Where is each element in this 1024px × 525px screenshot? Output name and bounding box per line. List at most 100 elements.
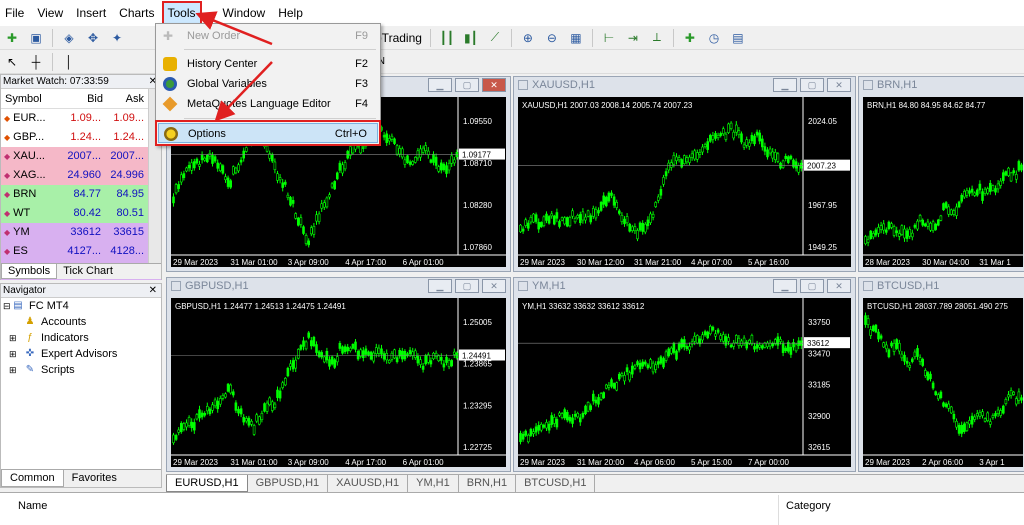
- maximize-icon[interactable]: ▢: [800, 279, 824, 293]
- candle-body: [532, 431, 535, 435]
- market-watch-row[interactable]: ◆ WT 80.42 80.51: [1, 204, 161, 223]
- chart-window-titlebar[interactable]: BTCUSD,H1: [859, 278, 1024, 294]
- menu-item-history-center[interactable]: History Center F2: [158, 54, 378, 74]
- data-window-icon[interactable]: ✥: [83, 29, 103, 47]
- zoom-in-icon[interactable]: ⊕: [518, 29, 538, 47]
- market-watch-row[interactable]: ◆ YM 33612 33615: [1, 223, 161, 242]
- col-name[interactable]: Name: [18, 500, 47, 512]
- line-chart-icon[interactable]: ⟋: [485, 29, 505, 47]
- menu-item-metaquotes-editor[interactable]: MetaQuotes Language Editor F4: [158, 94, 378, 114]
- close-icon[interactable]: ✕: [149, 284, 157, 298]
- market-watch-row[interactable]: ◆ EUR... 1.09... 1.09...: [1, 109, 161, 128]
- menu-item-label: History Center: [187, 58, 258, 70]
- chart-window-gbpusd[interactable]: GBPUSD,H1 ▁ ▢ ✕ GBPUSD,H1 1.24477 1.24513 …: [166, 277, 511, 472]
- chart-window-ym[interactable]: YM,H1 ▁ ▢ ✕ YM,H1 33632 33632 33612 33612 3…: [513, 277, 856, 472]
- menu-item-new-order[interactable]: ✚ New Order F9: [158, 26, 378, 46]
- menu-window[interactable]: Window: [218, 2, 271, 24]
- menu-file[interactable]: File: [0, 2, 29, 24]
- chart-window-titlebar[interactable]: YM,H1 ▁ ▢ ✕: [514, 278, 855, 294]
- chart-tab[interactable]: BTCUSD,H1: [516, 475, 596, 492]
- candle-body: [646, 219, 650, 227]
- chart-area[interactable]: BTCUSD,H1 28037.789 28051.490 275 29 Mar …: [863, 298, 1023, 467]
- chart-tab[interactable]: BRN,H1: [459, 475, 517, 492]
- chart-window-titlebar[interactable]: BRN,H1: [859, 77, 1024, 93]
- x-tick-label: 30 Mar 12:00: [577, 258, 625, 267]
- market-watch-row[interactable]: ◆ ES 4127... 4128...: [1, 242, 161, 261]
- chart-window-brn[interactable]: BRN,H1 BRN,H1 84.80 84.95 84.62 84.77 28 …: [858, 76, 1024, 272]
- menu-item-global-variables[interactable]: Global Variables F3: [158, 74, 378, 94]
- minimize-icon[interactable]: ▁: [773, 78, 797, 92]
- minimize-icon[interactable]: ▁: [428, 78, 452, 92]
- templates-icon[interactable]: ▤: [728, 29, 748, 47]
- vertical-line-icon[interactable]: │: [59, 53, 79, 71]
- new-chart-icon[interactable]: ✚: [2, 29, 22, 47]
- autoscroll-icon[interactable]: ⇥: [623, 29, 643, 47]
- candlestick-icon[interactable]: ▮┃: [461, 29, 481, 47]
- menu-item-options[interactable]: Options Ctrl+O: [155, 120, 381, 146]
- periods-icon[interactable]: ◷: [704, 29, 724, 47]
- close-icon[interactable]: ✕: [482, 78, 506, 92]
- chart-window-btcusd[interactable]: BTCUSD,H1 BTCUSD,H1 28037.789 28051.490 …: [858, 277, 1024, 472]
- candle-body: [646, 364, 650, 369]
- maximize-icon[interactable]: ▢: [455, 279, 479, 293]
- indicators-icon[interactable]: ⟂: [647, 29, 667, 47]
- maximize-icon[interactable]: ▢: [455, 78, 479, 92]
- nav-item-expert-advisors[interactable]: ⊞ ✜ Expert Advisors: [1, 346, 161, 362]
- chart-area[interactable]: XAUUSD,H1 2007.03 2008.14 2005.74 2007.2…: [518, 97, 851, 267]
- bar-chart-icon[interactable]: ┃┃: [437, 29, 457, 47]
- cursor-icon[interactable]: ↖: [2, 53, 22, 71]
- menu-tools[interactable]: Tools: [161, 1, 202, 25]
- chart-tab[interactable]: YM,H1: [408, 475, 459, 492]
- profiles-icon[interactable]: ▣: [26, 29, 46, 47]
- tab-tick-chart[interactable]: Tick Chart: [57, 264, 119, 279]
- chart-tab[interactable]: XAUUSD,H1: [328, 475, 409, 492]
- crosshair-icon[interactable]: ┼: [26, 53, 46, 71]
- tab-symbols[interactable]: Symbols: [1, 264, 58, 279]
- nav-item-indicators[interactable]: ⊞ ƒ Indicators: [1, 330, 161, 346]
- menu-insert[interactable]: Insert: [71, 2, 111, 24]
- chart-area[interactable]: GBPUSD,H1 1.24477 1.24513 1.24475 1.2449…: [171, 298, 506, 467]
- collapse-icon[interactable]: ⊟: [3, 298, 11, 314]
- market-watch-row[interactable]: ◆ GBP... 1.24... 1.24...: [1, 128, 161, 147]
- col-symbol[interactable]: Symbol: [1, 89, 63, 108]
- candle-body: [675, 350, 678, 360]
- chart-window-xauusd[interactable]: XAUUSD,H1 ▁ ▢ ✕ XAUUSD,H1 2007.03 2008.14 …: [513, 76, 856, 272]
- candle-body: [654, 364, 657, 370]
- tile-windows-icon[interactable]: ▦: [566, 29, 586, 47]
- navigator-icon[interactable]: ✦: [107, 29, 127, 47]
- chart-window-titlebar[interactable]: GBPUSD,H1 ▁ ▢ ✕: [167, 278, 510, 294]
- tab-favorites[interactable]: Favorites: [64, 470, 125, 487]
- expand-icon[interactable]: ⊞: [9, 330, 23, 346]
- chart-area[interactable]: YM,H1 33632 33632 33612 33612 33750 33470 3…: [518, 298, 851, 467]
- menu-charts[interactable]: Charts: [114, 2, 159, 24]
- chart-area[interactable]: BRN,H1 84.80 84.95 84.62 84.77 28 Mar 202…: [863, 97, 1023, 267]
- zoom-out-icon[interactable]: ⊖: [542, 29, 562, 47]
- maximize-icon[interactable]: ▢: [800, 78, 824, 92]
- chart-tab[interactable]: GBPUSD,H1: [248, 475, 329, 492]
- market-watch-icon[interactable]: ◈: [59, 29, 79, 47]
- candle-body: [662, 177, 665, 185]
- market-watch-row[interactable]: ◆ XAG... 24.960 24.996: [1, 166, 161, 185]
- add-indicator-icon[interactable]: ✚: [680, 29, 700, 47]
- market-watch-row[interactable]: ◆ XAU... 2007... 2007...: [1, 147, 161, 166]
- col-bid[interactable]: Bid: [63, 89, 103, 108]
- nav-item-root[interactable]: ⊟ ▤ FC MT4: [1, 298, 161, 314]
- expand-icon[interactable]: ⊞: [9, 346, 23, 362]
- expand-icon[interactable]: ⊞: [9, 362, 23, 378]
- menu-help[interactable]: Help: [273, 2, 308, 24]
- menu-view[interactable]: View: [32, 2, 68, 24]
- market-watch-row[interactable]: ◆ BRN 84.77 84.95: [1, 185, 161, 204]
- minimize-icon[interactable]: ▁: [428, 279, 452, 293]
- tab-common[interactable]: Common: [1, 470, 64, 487]
- nav-item-scripts[interactable]: ⊞ ✎ Scripts: [1, 362, 161, 378]
- minimize-icon[interactable]: ▁: [773, 279, 797, 293]
- close-icon[interactable]: ✕: [827, 279, 851, 293]
- col-category[interactable]: Category: [786, 500, 831, 512]
- chart-shift-icon[interactable]: ⊢: [599, 29, 619, 47]
- chart-window-titlebar[interactable]: XAUUSD,H1 ▁ ▢ ✕: [514, 77, 855, 93]
- close-icon[interactable]: ✕: [827, 78, 851, 92]
- nav-item-accounts[interactable]: ♟ Accounts: [1, 314, 161, 330]
- col-ask[interactable]: Ask: [103, 89, 146, 108]
- chart-tab[interactable]: EURUSD,H1: [166, 475, 248, 492]
- close-icon[interactable]: ✕: [482, 279, 506, 293]
